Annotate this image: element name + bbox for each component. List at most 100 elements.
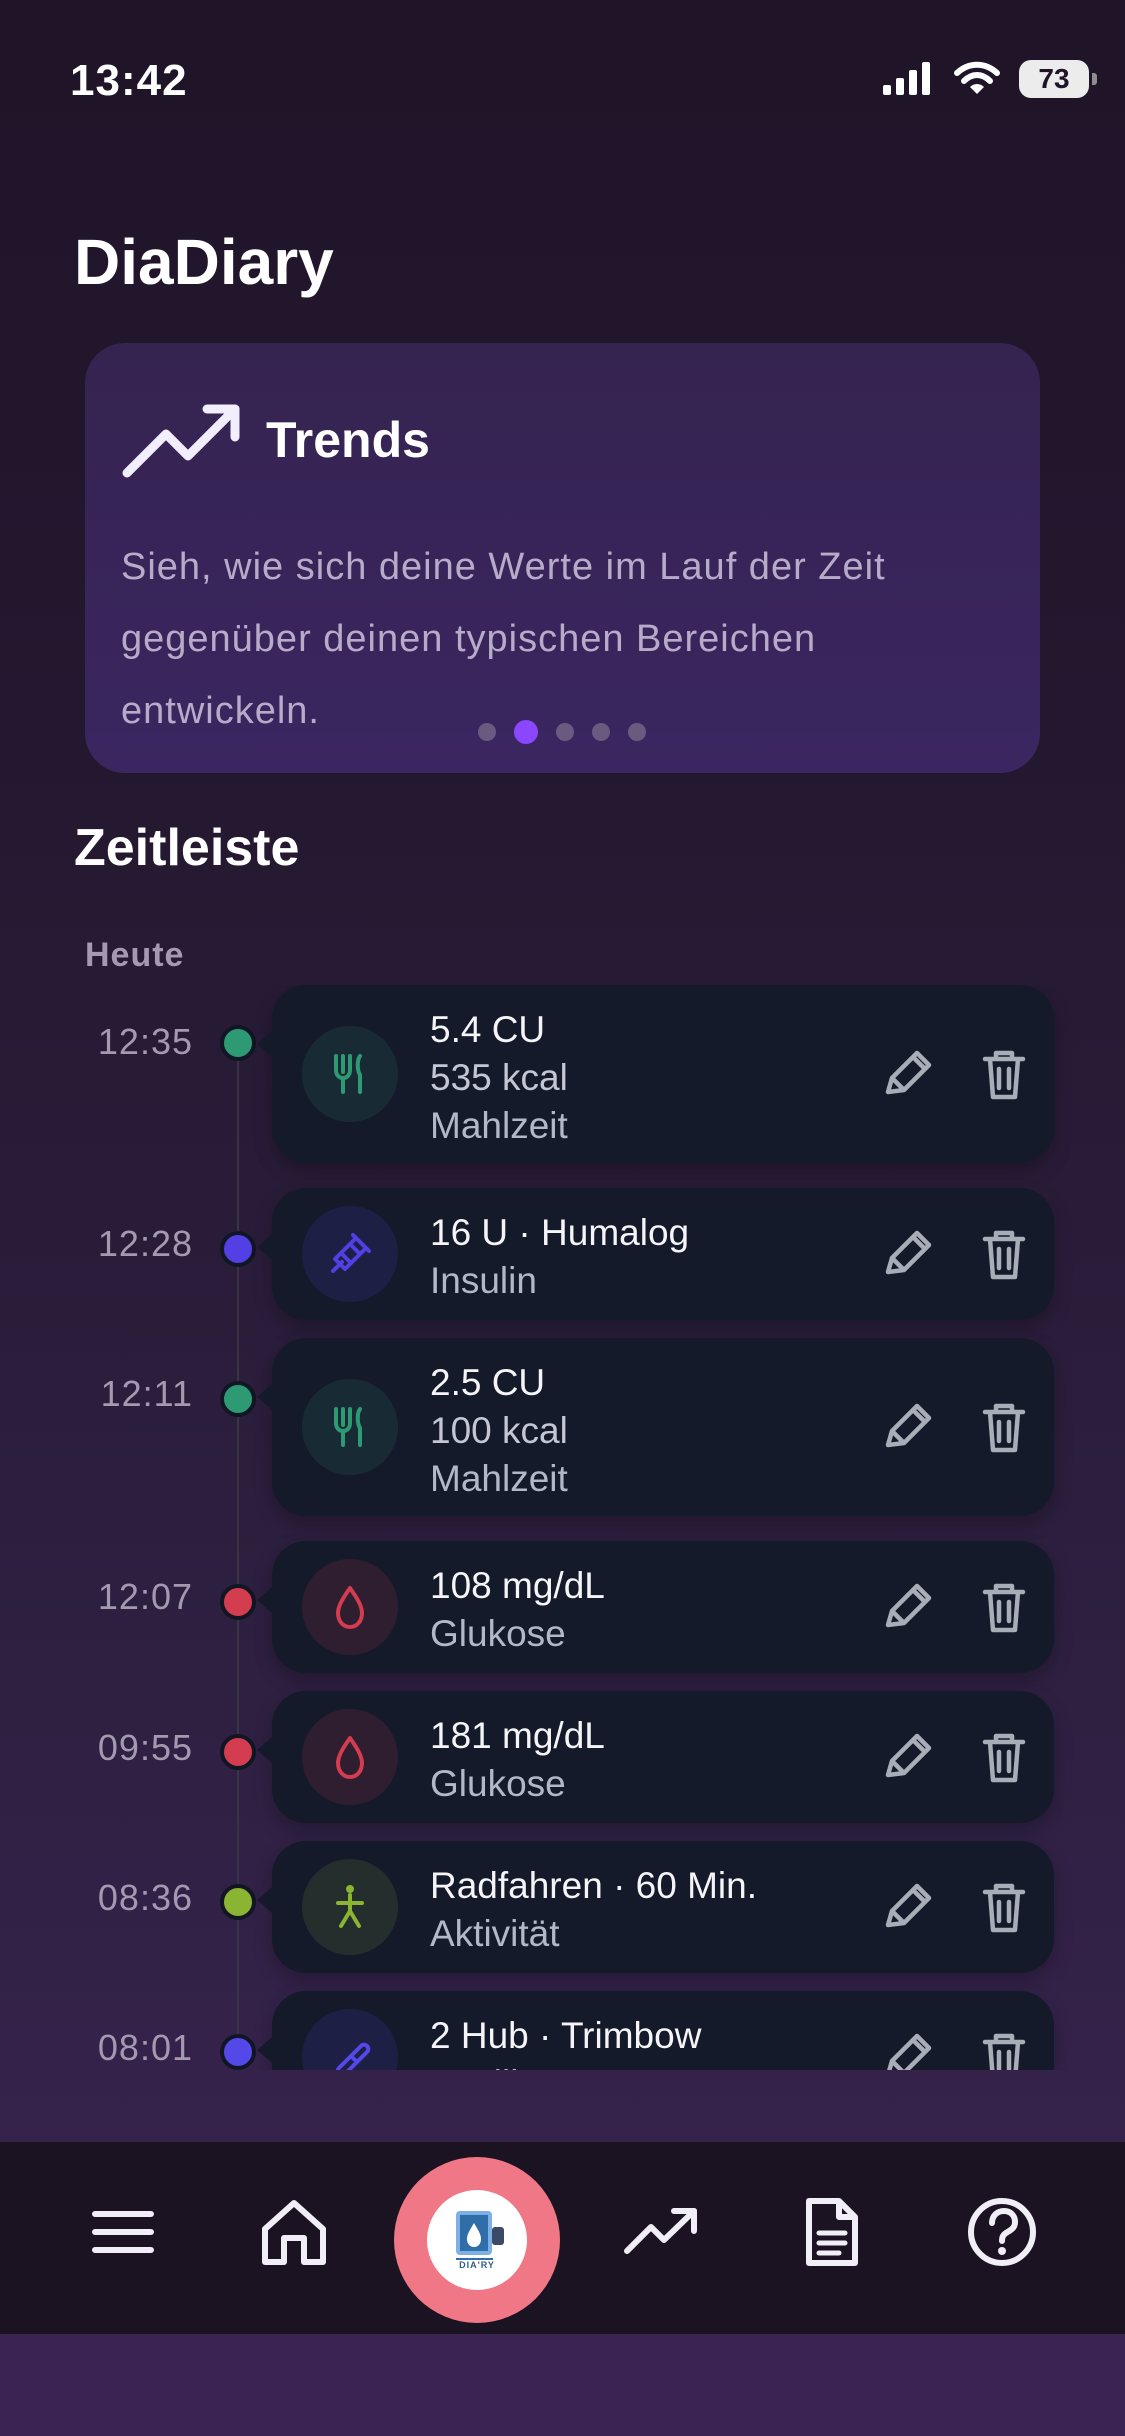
trash-icon [982, 1230, 1026, 1280]
pencil-icon [885, 1733, 932, 1778]
syringe-icon [302, 1206, 398, 1302]
status-time: 13:42 [70, 56, 188, 105]
pencil-icon [887, 2033, 932, 2070]
bottom-navigation: DIA'RY [0, 2142, 1125, 2334]
timeline-title: Zeitleiste [74, 819, 300, 877]
status-bar: 13:42 73 [0, 0, 1125, 160]
edit-entry-button[interactable] [878, 2027, 938, 2070]
entry-primary-value: 5.4 CU [430, 1009, 546, 1050]
menu-button[interactable] [79, 2188, 167, 2276]
entry-primary-value: 108 mg/dL [430, 1565, 605, 1606]
edit-entry-button[interactable] [878, 1877, 938, 1937]
app-title: DiaDiary [74, 226, 334, 298]
pencil-icon [885, 1583, 932, 1628]
carousel-page-indicator[interactable] [478, 720, 646, 744]
entry-text: 16 U · Humalog Insulin [430, 1209, 689, 1305]
entry-type: Mahlzeit [430, 1458, 568, 1499]
trash-icon [982, 1403, 1026, 1453]
trends-card-description: Sieh, wie sich deine Werte im Lauf der Z… [121, 546, 886, 732]
help-icon [968, 2198, 1036, 2266]
blood-drop-glyph [336, 1736, 364, 1779]
diary-home-button[interactable]: DIA'RY [394, 2157, 560, 2323]
pencil-icon [885, 1883, 932, 1928]
timeline-entry-card[interactable]: Radfahren · 60 Min. Aktivität [257, 1841, 1054, 1973]
delete-entry-button[interactable] [974, 2027, 1034, 2070]
help-button[interactable] [958, 2188, 1046, 2276]
trash-icon [982, 1883, 1026, 1933]
menu-icon [92, 2211, 154, 2253]
delete-entry-button[interactable] [974, 1224, 1034, 1284]
syringe-glyph [331, 1233, 371, 1273]
delete-entry-button[interactable] [974, 1727, 1034, 1787]
edit-entry-button[interactable] [878, 1397, 938, 1457]
trash-icon [982, 1583, 1026, 1633]
delete-entry-button[interactable] [974, 1577, 1034, 1637]
delete-entry-button[interactable] [974, 1397, 1034, 1457]
entry-time: 08:36 [97, 1877, 193, 1918]
timeline-entry-card[interactable]: 5.4 CU 535 kcal Mahlzeit [257, 985, 1054, 1163]
delete-entry-button[interactable] [974, 1044, 1034, 1104]
entry-time: 09:55 [97, 1727, 193, 1768]
entry-primary-value: 2.5 CU [430, 1362, 546, 1403]
entry-type: Glukose [430, 1763, 566, 1804]
pencil-icon [885, 1403, 932, 1448]
home-indicator-area [0, 2334, 1125, 2436]
carousel-dot[interactable] [478, 723, 496, 741]
status-icons: 73 [881, 60, 1097, 98]
timeline-entry-card[interactable]: 108 mg/dL Glukose [257, 1541, 1054, 1673]
carousel-dot[interactable] [628, 723, 646, 741]
entry-type: Glukose [430, 1613, 566, 1654]
entry-text: 2.5 CU 100 kcal Mahlzeit [430, 1359, 568, 1503]
timeline-list[interactable]: 12:35 5.4 CU 535 kcal Mahlzeit 12:28 16 U · H… [0, 985, 1125, 2070]
trending-up-icon [624, 2208, 697, 2254]
entry-primary-value: 2 Hub · Trimbow [430, 2015, 702, 2056]
entry-time: 12:11 [100, 1373, 193, 1414]
diary-logo: DIA'RY [427, 2190, 527, 2290]
entry-text: 2 Hub · Trimbow Medikament [430, 2012, 701, 2070]
timeline-dot [220, 1884, 256, 1920]
pencil-icon [885, 1050, 932, 1095]
cellular-signal-icon [883, 62, 930, 95]
entry-text: 5.4 CU 535 kcal Mahlzeit [430, 1006, 568, 1150]
entry-time: 12:28 [97, 1223, 193, 1264]
document-icon [806, 2198, 858, 2266]
entry-text: 108 mg/dL Glukose [430, 1562, 605, 1658]
fork-knife-icon [302, 1026, 398, 1122]
timeline-dot [220, 2034, 256, 2070]
home-button[interactable] [250, 2188, 338, 2276]
carousel-dot[interactable] [592, 723, 610, 741]
delete-entry-button[interactable] [974, 1877, 1034, 1937]
entry-text: Radfahren · 60 Min. Aktivität [430, 1862, 757, 1958]
pencil-icon [885, 1230, 932, 1275]
carousel-dot[interactable] [556, 723, 574, 741]
edit-entry-button[interactable] [878, 1224, 938, 1284]
trends-card-title: Trends [266, 412, 430, 468]
entry-type: Aktivität [430, 1913, 560, 1954]
logo-text: DIA'RY [459, 2260, 495, 2270]
edit-entry-button[interactable] [878, 1577, 938, 1637]
drop-icon [302, 1709, 398, 1805]
trends-button[interactable] [617, 2188, 705, 2276]
trends-card[interactable]: Trends Sieh, wie sich deine Werte im Lau… [85, 343, 1040, 773]
home-icon [262, 2200, 326, 2265]
day-label: Heute [85, 936, 185, 974]
timeline-entry-card[interactable]: 2 Hub · Trimbow Medikament [257, 1991, 1054, 2070]
timeline-entry-card[interactable]: 2.5 CU 100 kcal Mahlzeit [257, 1338, 1054, 1516]
entry-time: 12:07 [97, 1576, 193, 1617]
carousel-dot[interactable] [514, 720, 538, 744]
fork-knife-glyph [334, 1407, 362, 1447]
reports-button[interactable] [787, 2188, 875, 2276]
edit-entry-button[interactable] [878, 1727, 938, 1787]
entry-primary-value: 16 U · Humalog [430, 1212, 690, 1253]
entry-time: 08:01 [97, 2027, 193, 2068]
wifi-icon [954, 61, 1000, 94]
drop-icon [302, 1559, 398, 1655]
entry-secondary-value: 535 kcal [430, 1057, 568, 1098]
trending-up-icon [122, 404, 240, 478]
person-walking-icon [302, 1859, 398, 1955]
timeline-entry-card[interactable]: 16 U · Humalog Insulin [257, 1188, 1054, 1320]
edit-entry-button[interactable] [878, 1044, 938, 1104]
timeline-entry-card[interactable]: 181 mg/dL Glukose [257, 1691, 1054, 1823]
entry-type: Medikament [430, 2060, 701, 2070]
timeline-dot [220, 1231, 256, 1267]
